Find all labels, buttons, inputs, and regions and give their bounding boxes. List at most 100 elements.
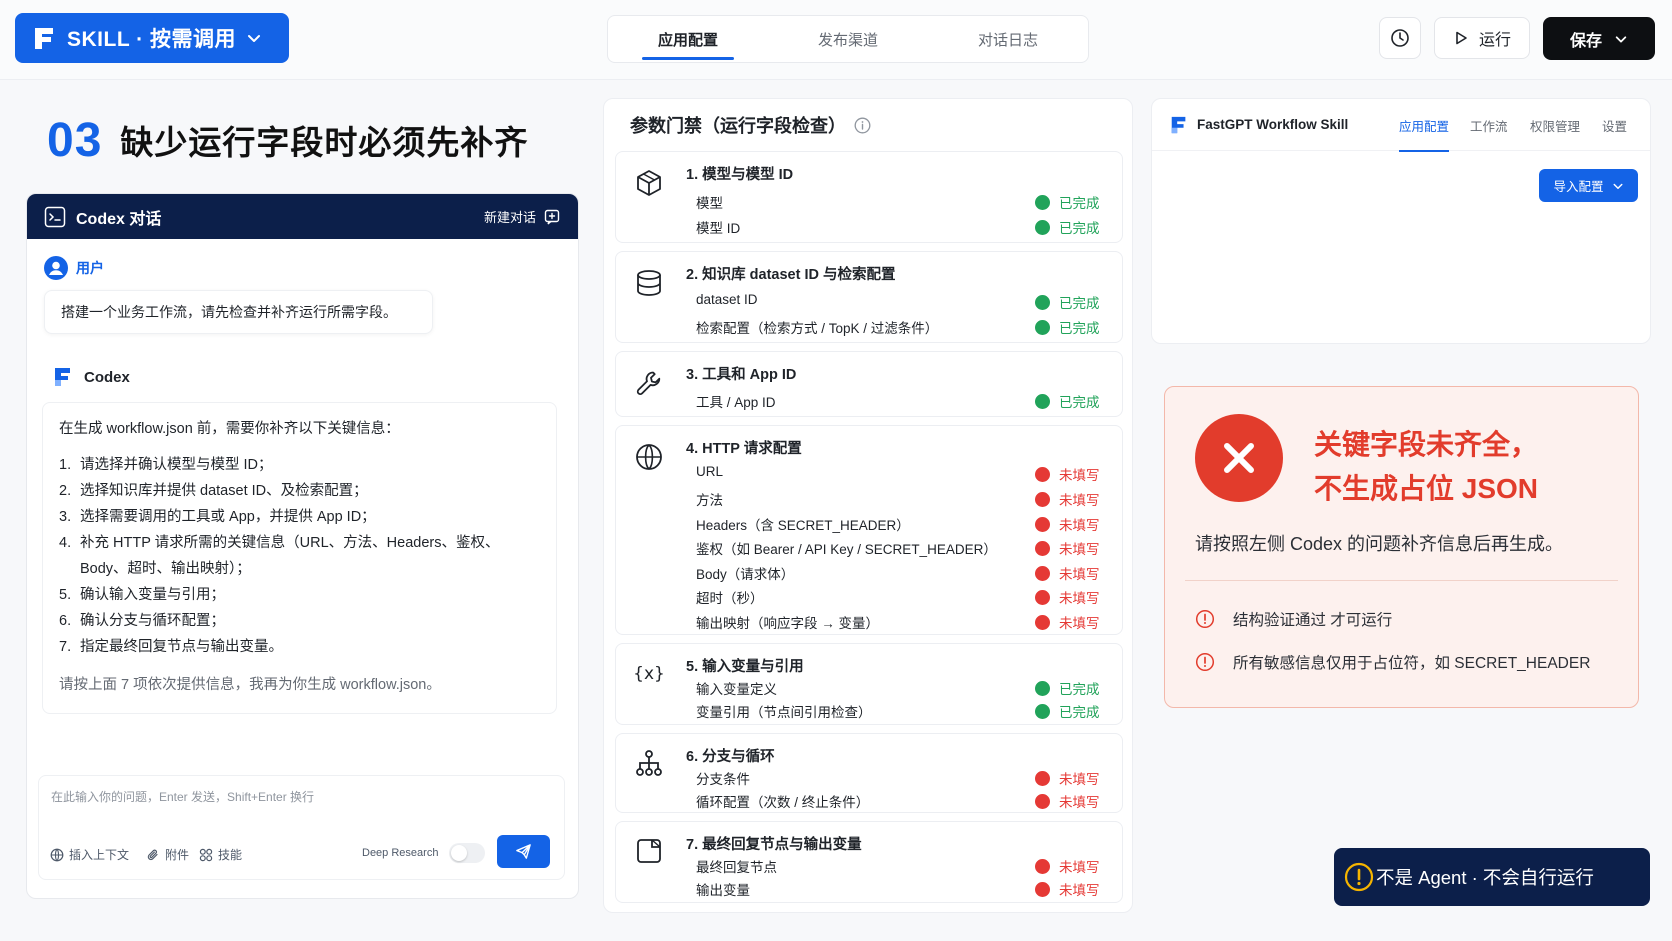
- alert-circle-icon: [1035, 516, 1050, 532]
- gate-section-branching: 6. 分支与循环 分支条件 未填写 循环配置（次数 / 终止条件） 未填写: [615, 733, 1123, 813]
- status-badge: 未填写: [1035, 587, 1100, 607]
- alert-circle-icon: [1035, 466, 1050, 482]
- status-badge: 已完成: [1035, 701, 1100, 721]
- skill-tab-permissions[interactable]: 权限管理: [1530, 99, 1580, 151]
- warning-circle-icon: [1195, 609, 1215, 629]
- status-badge: 未填写: [1035, 879, 1100, 899]
- skill-mode-dropdown[interactable]: SKILL · 按需调用: [15, 13, 289, 63]
- deep-research-toggle[interactable]: [449, 843, 485, 863]
- warning-icon: [1344, 862, 1374, 892]
- field-label: URL: [696, 464, 724, 479]
- gate-section-knowledge: 2. 知识库 dataset ID 与检索配置 dataset ID 已完成 检…: [615, 251, 1123, 343]
- insert-context-button[interactable]: 插入上下文: [50, 846, 129, 863]
- status-badge: 已完成: [1035, 317, 1100, 337]
- send-button[interactable]: [497, 835, 550, 868]
- new-chat-icon: [544, 209, 560, 225]
- tab-chat-logs[interactable]: 对话日志: [928, 16, 1088, 62]
- skill-name: FastGPT Workflow Skill: [1197, 117, 1349, 132]
- section-title: 2. 知识库 dataset ID 与检索配置: [686, 267, 896, 283]
- list-item: 1. 请选择并确认模型与模型 ID；: [59, 457, 273, 473]
- import-config-button[interactable]: 导入配置: [1539, 169, 1638, 202]
- play-icon: [1453, 30, 1469, 46]
- check-circle-icon: [1035, 219, 1050, 235]
- error-x-icon: [1195, 414, 1283, 502]
- list-item: 6. 确认分支与循环配置；: [59, 613, 225, 629]
- insert-context-label: 插入上下文: [69, 848, 130, 862]
- new-chat-button[interactable]: 新建对话: [484, 207, 560, 226]
- info-icon[interactable]: [854, 117, 871, 134]
- chevron-down-icon: [1612, 180, 1624, 192]
- assistant-name: Codex: [84, 368, 130, 386]
- globe-icon: [634, 442, 664, 472]
- attachment-label: 附件: [165, 848, 190, 862]
- assistant-answer: 在生成 workflow.json 前，需要你补齐以下关键信息： 1. 请选择并确…: [42, 402, 557, 714]
- alert-circle-icon: [1035, 491, 1050, 507]
- terminal-icon: [44, 206, 66, 228]
- field-label: 鉴权（如 Bearer / API Key / SECRET_HEADER）: [696, 542, 997, 557]
- answer-outro: 请按上面 7 项依次提供信息，我再为你生成 workflow.json。: [59, 677, 441, 693]
- chevron-down-icon: [246, 30, 262, 46]
- wrench-icon: [634, 368, 664, 398]
- missing-fields-alert: 关键字段未齐全， 不生成占位 JSON 请按照左侧 Codex 的问题补齐信息后…: [1164, 386, 1639, 708]
- status-badge: 未填写: [1035, 768, 1100, 788]
- step-number: 03: [47, 113, 103, 167]
- list-item: 4. 补充 HTTP 请求所需的关键信息（URL、方法、Headers、鉴权、Bo…: [59, 535, 500, 577]
- field-label: 输出映射（响应字段 → 变量）: [696, 616, 880, 631]
- codex-chat-header: Codex 对话 新建对话: [27, 194, 578, 239]
- alert-note: 结构验证通过 才可运行: [1195, 608, 1392, 630]
- gate-section-final-reply: 7. 最终回复节点与输出变量 最终回复节点 未填写 输出变量 未填写: [615, 821, 1123, 903]
- gate-section-tools: 3. 工具和 App ID 工具 / App ID 已完成: [615, 351, 1123, 417]
- skill-tab-settings[interactable]: 设置: [1602, 99, 1627, 151]
- alert-circle-icon: [1035, 858, 1050, 874]
- parameter-gate-panel: 参数门禁（运行字段检查） 1. 模型与模型 ID 模型 已完成 模型 ID 已完…: [603, 98, 1133, 913]
- cube-icon: [634, 168, 664, 198]
- field-label: 变量引用（节点间引用检查）: [696, 705, 872, 720]
- field-label: 检索配置（检索方式 / TopK / 过滤条件）: [696, 321, 939, 336]
- status-badge: 未填写: [1035, 612, 1100, 632]
- check-circle-icon: [1035, 294, 1050, 310]
- alert-circle-icon: [1035, 589, 1050, 605]
- check-circle-icon: [1035, 703, 1050, 719]
- main-tabs: 应用配置 发布渠道 对话日志: [607, 15, 1089, 63]
- list-item: 3. 选择需要调用的工具或 App，并提供 App ID；: [59, 509, 376, 525]
- new-chat-label: 新建对话: [483, 210, 536, 225]
- alert-circle-icon: [1035, 793, 1050, 809]
- answer-list: 1. 请选择并确认模型与模型 ID； 2. 选择知识库并提供 dataset ID、…: [59, 452, 540, 660]
- check-circle-icon: [1035, 194, 1050, 210]
- gate-section-http: 4. HTTP 请求配置 URL 未填写 方法 未填写 Headers（含 SE…: [615, 425, 1123, 635]
- badge-label: 不是 Agent · 不会自行运行: [1376, 867, 1594, 888]
- paperclip-icon: [146, 848, 160, 862]
- history-button[interactable]: [1379, 17, 1421, 59]
- user-avatar-icon: [44, 256, 68, 280]
- tab-app-config[interactable]: 应用配置: [608, 16, 768, 62]
- field-label: 超时（秒）: [696, 591, 764, 606]
- alert-title: 关键字段未齐全， 不生成占位 JSON: [1314, 429, 1539, 504]
- chat-input[interactable]: [51, 788, 551, 810]
- skill-tab-app-config[interactable]: 应用配置: [1399, 99, 1450, 152]
- assistant-message-header: Codex: [52, 366, 130, 388]
- section-title: 3. 工具和 App ID: [686, 367, 797, 383]
- status-badge: 未填写: [1035, 563, 1100, 583]
- alert-circle-icon: [1035, 881, 1050, 897]
- section-title: 1. 模型与模型 ID: [686, 167, 794, 183]
- clock-icon: [1390, 28, 1410, 48]
- status-badge: 未填写: [1035, 856, 1100, 876]
- save-button[interactable]: 保存: [1543, 17, 1655, 60]
- branch-icon: [634, 748, 664, 778]
- field-label: 工具 / App ID: [696, 395, 776, 410]
- alert-circle-icon: [1035, 770, 1050, 786]
- run-button[interactable]: 运行: [1434, 17, 1530, 59]
- tab-publish-channels[interactable]: 发布渠道: [768, 16, 928, 62]
- skills-label: 技能: [218, 848, 243, 862]
- skill-tab-workflow[interactable]: 工作流: [1470, 99, 1508, 151]
- send-icon: [515, 843, 532, 860]
- user-message: 搭建一个业务工作流，请先检查并补齐运行所需字段。: [44, 290, 433, 334]
- skills-button[interactable]: 技能: [199, 846, 242, 863]
- alert-note: 所有敏感信息仅用于占位符，如 SECRET_HEADER: [1195, 651, 1590, 673]
- brand-logo-icon: [31, 25, 57, 51]
- attachment-button[interactable]: 附件: [146, 846, 189, 863]
- field-label: Body（请求体）: [696, 567, 795, 582]
- section-title: 6. 分支与循环: [686, 749, 775, 765]
- field-label: Headers（含 SECRET_HEADER）: [696, 518, 910, 533]
- field-label: 输出变量: [696, 883, 750, 898]
